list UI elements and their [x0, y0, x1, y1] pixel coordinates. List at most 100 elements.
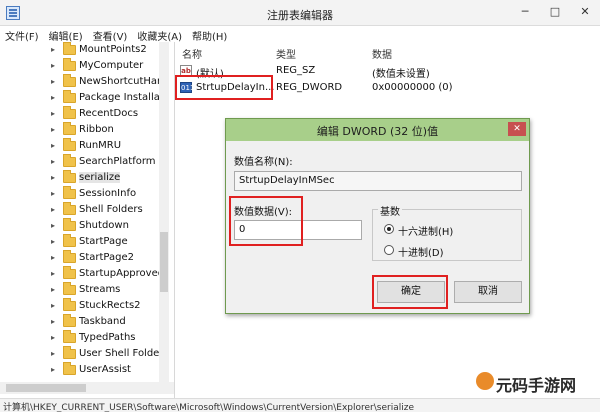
- folder-icon: [63, 298, 76, 311]
- folder-icon: [63, 42, 76, 55]
- column-name[interactable]: 名称: [182, 46, 202, 61]
- menu-favorites[interactable]: 收藏夹(A): [132, 26, 187, 43]
- tree-item-label: Shutdown: [79, 220, 129, 231]
- menu-file[interactable]: 文件(F): [0, 26, 44, 43]
- tree-item[interactable]: ▸ StartPage2: [0, 250, 160, 266]
- tree-item-label: StartPage: [79, 236, 128, 247]
- dialog-title: 编辑 DWORD (32 位)值: [316, 125, 439, 138]
- folder-icon: [63, 138, 76, 151]
- tree-item[interactable]: ▸ User Shell Folder: [0, 346, 164, 362]
- folder-icon: [63, 266, 76, 279]
- hex-radio-label: 十六进制(H): [398, 227, 454, 238]
- watermark: 元码手游网: [496, 376, 577, 395]
- menu-help[interactable]: 帮助(H): [187, 26, 232, 43]
- tree-item-label: StuckRects2: [79, 300, 141, 311]
- value-name-label: 数值名称(N):: [234, 157, 293, 168]
- tree-item[interactable]: ▸ serialize: [0, 170, 160, 186]
- dialog-close-button[interactable]: ✕: [508, 122, 526, 136]
- expand-arrow-icon[interactable]: ▸: [51, 269, 55, 278]
- tree-vertical-scroll-thumb[interactable]: [160, 232, 168, 292]
- tree-item-label: MyComputer: [79, 60, 144, 71]
- tree-item[interactable]: ▸ RunMRU: [0, 138, 160, 154]
- folder-icon: [63, 362, 76, 375]
- expand-arrow-icon[interactable]: ▸: [51, 125, 55, 134]
- expand-arrow-icon[interactable]: ▸: [51, 61, 55, 70]
- folder-icon: [63, 106, 76, 119]
- folder-icon: [63, 90, 76, 103]
- tree-item[interactable]: ▸ Ribbon: [0, 122, 160, 138]
- tree-item-label: User Shell Folder: [79, 348, 164, 359]
- cancel-button[interactable]: 取消: [454, 281, 522, 303]
- expand-arrow-icon[interactable]: ▸: [51, 77, 55, 86]
- expand-arrow-icon[interactable]: ▸: [51, 285, 55, 294]
- tree-item-label: Package Installat: [79, 92, 164, 103]
- folder-icon: [63, 330, 76, 343]
- edit-dword-dialog: 编辑 DWORD (32 位)值 ✕ 数值名称(N): StrtupDelayI…: [225, 118, 530, 314]
- dialog-title-bar[interactable]: 编辑 DWORD (32 位)值 ✕: [226, 119, 529, 141]
- maximize-button[interactable]: □: [540, 0, 570, 24]
- tree-item-label: MountPoints2: [79, 44, 147, 55]
- tree-item-label: serialize: [79, 172, 121, 183]
- tree-item[interactable]: ▸ Package Installat: [0, 90, 164, 106]
- tree-item[interactable]: ▸ MyComputer: [0, 58, 160, 74]
- folder-icon: [63, 202, 76, 215]
- menu-view[interactable]: 查看(V): [88, 26, 133, 43]
- tree-item[interactable]: ▸ RecentDocs: [0, 106, 160, 122]
- hex-radio[interactable]: [384, 224, 394, 234]
- highlight-box-ok: [372, 275, 448, 309]
- tree-horizontal-scroll-thumb[interactable]: [6, 384, 86, 392]
- tree-item-label: Taskband: [79, 316, 126, 327]
- expand-arrow-icon[interactable]: ▸: [51, 205, 55, 214]
- expand-arrow-icon[interactable]: ▸: [51, 365, 55, 374]
- tree-item[interactable]: ▸ TypedPaths: [0, 330, 160, 346]
- folder-icon: [63, 250, 76, 263]
- close-button[interactable]: ✕: [570, 0, 600, 24]
- highlight-box-value: [175, 75, 273, 100]
- tree-item[interactable]: ▸ StuckRects2: [0, 298, 160, 314]
- value-type: REG_DWORD: [276, 82, 343, 93]
- tree-item-label: SessionInfo: [79, 188, 137, 199]
- menu-edit[interactable]: 编辑(E): [44, 26, 88, 43]
- tree-item-label: NewShortcutHan: [79, 76, 164, 87]
- tree-item-label: RunMRU: [79, 140, 122, 151]
- tree-item[interactable]: ▸ Shell Folders: [0, 202, 160, 218]
- tree-item[interactable]: ▸ SearchPlatform: [0, 154, 160, 170]
- expand-arrow-icon[interactable]: ▸: [51, 45, 55, 54]
- tree-item[interactable]: ▸ Streams: [0, 282, 160, 298]
- expand-arrow-icon[interactable]: ▸: [51, 109, 55, 118]
- tree-item[interactable]: ▸ Taskband: [0, 314, 160, 330]
- expand-arrow-icon[interactable]: ▸: [51, 253, 55, 262]
- expand-arrow-icon[interactable]: ▸: [51, 221, 55, 230]
- expand-arrow-icon[interactable]: ▸: [51, 333, 55, 342]
- tree-item[interactable]: ▸ StartPage: [0, 234, 160, 250]
- column-type[interactable]: 类型: [276, 46, 296, 61]
- folder-icon: [63, 218, 76, 231]
- value-type: REG_SZ: [276, 65, 316, 76]
- decimal-radio[interactable]: [384, 245, 394, 255]
- folder-icon: [63, 282, 76, 295]
- tree-item[interactable]: ▸ UserAssist: [0, 362, 160, 378]
- folder-icon: [63, 154, 76, 167]
- tree-item[interactable]: ▸ Shutdown: [0, 218, 160, 234]
- expand-arrow-icon[interactable]: ▸: [51, 349, 55, 358]
- expand-arrow-icon[interactable]: ▸: [51, 93, 55, 102]
- tree-item[interactable]: ▸ MountPoints2: [0, 42, 160, 58]
- expand-arrow-icon[interactable]: ▸: [51, 189, 55, 198]
- expand-arrow-icon[interactable]: ▸: [51, 141, 55, 150]
- expand-arrow-icon[interactable]: ▸: [51, 317, 55, 326]
- minimize-button[interactable]: ─: [510, 0, 540, 24]
- expand-arrow-icon[interactable]: ▸: [51, 173, 55, 182]
- tree-item-label: TypedPaths: [79, 332, 136, 343]
- menu-bar: 文件(F) 编辑(E) 查看(V) 收藏夹(A) 帮助(H): [0, 26, 600, 43]
- expand-arrow-icon[interactable]: ▸: [51, 157, 55, 166]
- expand-arrow-icon[interactable]: ▸: [51, 301, 55, 310]
- tree-vertical-scrollbar[interactable]: [159, 42, 169, 382]
- tree-item[interactable]: ▸ StartupApproved: [0, 266, 164, 282]
- tree-item[interactable]: ▸ SessionInfo: [0, 186, 160, 202]
- column-data[interactable]: 数据: [372, 46, 392, 61]
- value-name-field[interactable]: StrtupDelayInMSec: [234, 171, 522, 191]
- tree-item[interactable]: ▸ NewShortcutHan: [0, 74, 164, 90]
- folder-icon: [63, 58, 76, 71]
- expand-arrow-icon[interactable]: ▸: [51, 237, 55, 246]
- registry-tree[interactable]: ▸ MountPoints2 ▸ MyComputer ▸ NewShortcutHan ▸…: [0, 42, 175, 398]
